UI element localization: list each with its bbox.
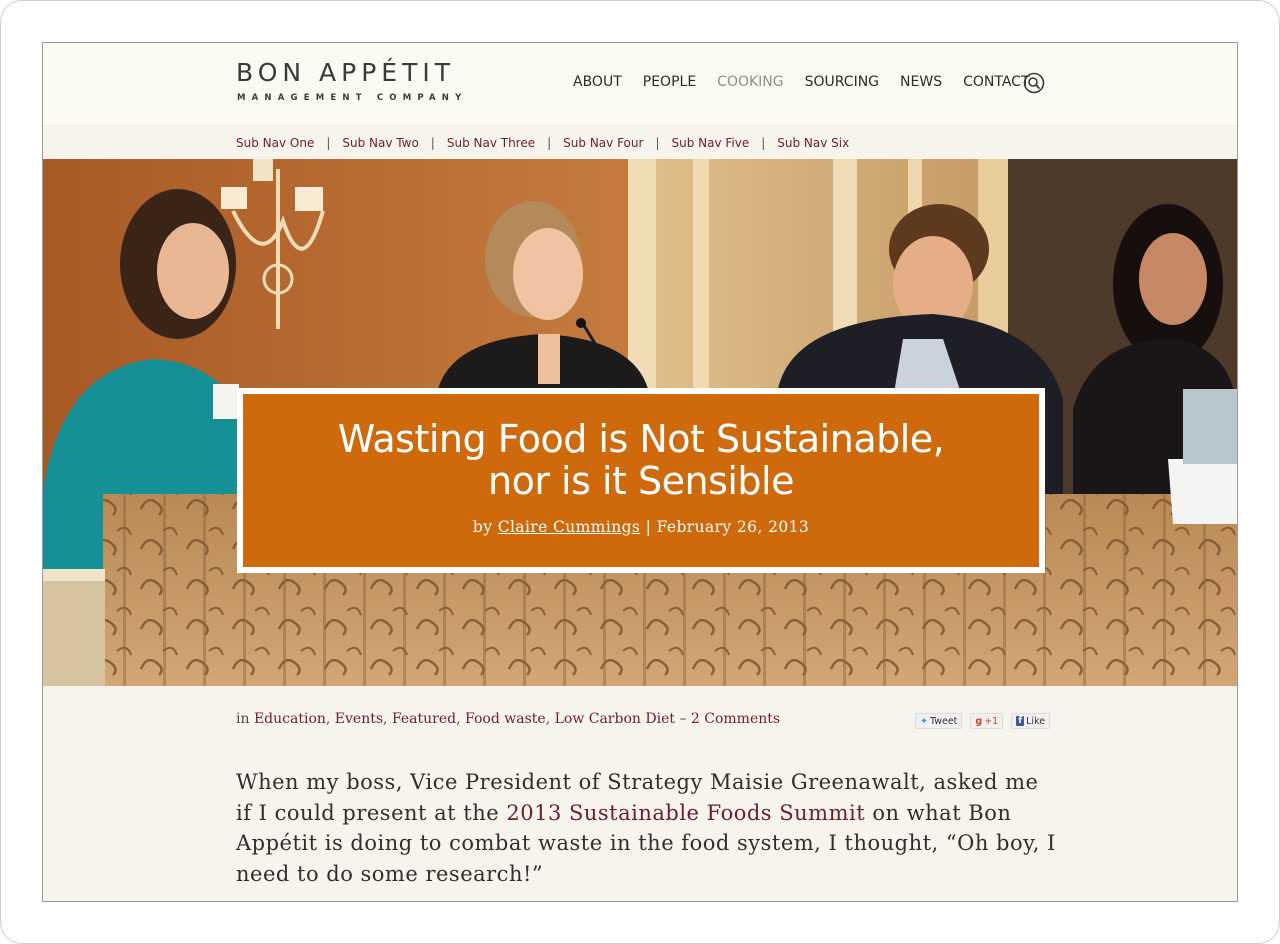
- main-nav: ABOUT PEOPLE COOKING SOURCING NEWS CONTA…: [573, 74, 1030, 90]
- meta-prefix: in: [236, 711, 250, 727]
- gplus-label: +1: [984, 715, 999, 727]
- nav-item-sourcing[interactable]: SOURCING: [805, 74, 879, 90]
- sub-nav: Sub Nav One | Sub Nav Two | Sub Nav Thre…: [43, 125, 1237, 160]
- nav-item-people[interactable]: PEOPLE: [643, 74, 696, 90]
- page: BON APPÉTIT MANAGEMENT COMPANY ABOUT PEO…: [42, 42, 1238, 902]
- summit-link[interactable]: 2013 Sustainable Foods Summit: [506, 801, 865, 825]
- byline: by Claire Cummings | February 26, 2013: [243, 518, 1039, 536]
- like-button[interactable]: f Like: [1011, 713, 1051, 729]
- google-plus-icon: g: [975, 715, 983, 727]
- subnav-separator: |: [326, 136, 331, 150]
- hero-image: Wasting Food is Not Sustainable, nor is …: [43, 159, 1237, 686]
- subnav-separator: |: [547, 136, 552, 150]
- logo-tagline: MANAGEMENT COMPANY: [237, 93, 468, 103]
- subnav-separator: |: [655, 136, 660, 150]
- byline-prefix: by: [472, 518, 493, 536]
- category-link[interactable]: Food waste: [465, 711, 546, 727]
- twitter-icon: ✦: [920, 715, 928, 727]
- subnav-separator: |: [430, 136, 435, 150]
- subnav-item-six[interactable]: Sub Nav Six: [777, 136, 849, 150]
- category-link[interactable]: Education: [254, 711, 326, 727]
- nav-item-contact[interactable]: CONTACT: [963, 74, 1029, 90]
- subnav-item-five[interactable]: Sub Nav Five: [671, 136, 749, 150]
- subnav-item-one[interactable]: Sub Nav One: [236, 136, 314, 150]
- like-label: Like: [1026, 715, 1046, 727]
- category-link[interactable]: Low Carbon Diet: [555, 711, 675, 727]
- subnav-item-two[interactable]: Sub Nav Two: [342, 136, 418, 150]
- title-card-inner: Wasting Food is Not Sustainable, nor is …: [243, 394, 1039, 567]
- post-date: February 26, 2013: [656, 518, 810, 536]
- nav-item-about[interactable]: ABOUT: [573, 74, 622, 90]
- subnav-item-four[interactable]: Sub Nav Four: [563, 136, 643, 150]
- byline-separator: |: [645, 518, 652, 536]
- subnav-item-three[interactable]: Sub Nav Three: [447, 136, 535, 150]
- category-link[interactable]: Featured: [392, 711, 456, 727]
- share-buttons: ✦ Tweet g +1 f Like: [915, 713, 1051, 729]
- logo[interactable]: BON APPÉTIT: [236, 58, 455, 87]
- tweet-label: Tweet: [929, 715, 958, 727]
- category-link[interactable]: Events: [335, 711, 383, 727]
- author-link[interactable]: Claire Cummings: [498, 518, 641, 536]
- gplus-button[interactable]: g +1: [970, 713, 1004, 729]
- site-header: BON APPÉTIT MANAGEMENT COMPANY ABOUT PEO…: [43, 43, 1237, 125]
- subnav-separator: |: [761, 136, 766, 150]
- nav-item-cooking[interactable]: COOKING: [717, 74, 783, 90]
- facebook-icon: f: [1016, 716, 1025, 726]
- comments-link[interactable]: 2 Comments: [691, 711, 780, 727]
- nav-item-news[interactable]: NEWS: [900, 74, 942, 90]
- article-body: When my boss, Vice President of Strategy…: [236, 767, 1056, 889]
- search-icon[interactable]: [1023, 72, 1045, 94]
- tweet-button[interactable]: ✦ Tweet: [915, 713, 963, 729]
- meta-dash: –: [679, 711, 687, 727]
- title-card: Wasting Food is Not Sustainable, nor is …: [237, 388, 1045, 573]
- article-title: Wasting Food is Not Sustainable, nor is …: [337, 417, 945, 503]
- post-meta: in Education, Events, Featured, Food was…: [236, 711, 781, 727]
